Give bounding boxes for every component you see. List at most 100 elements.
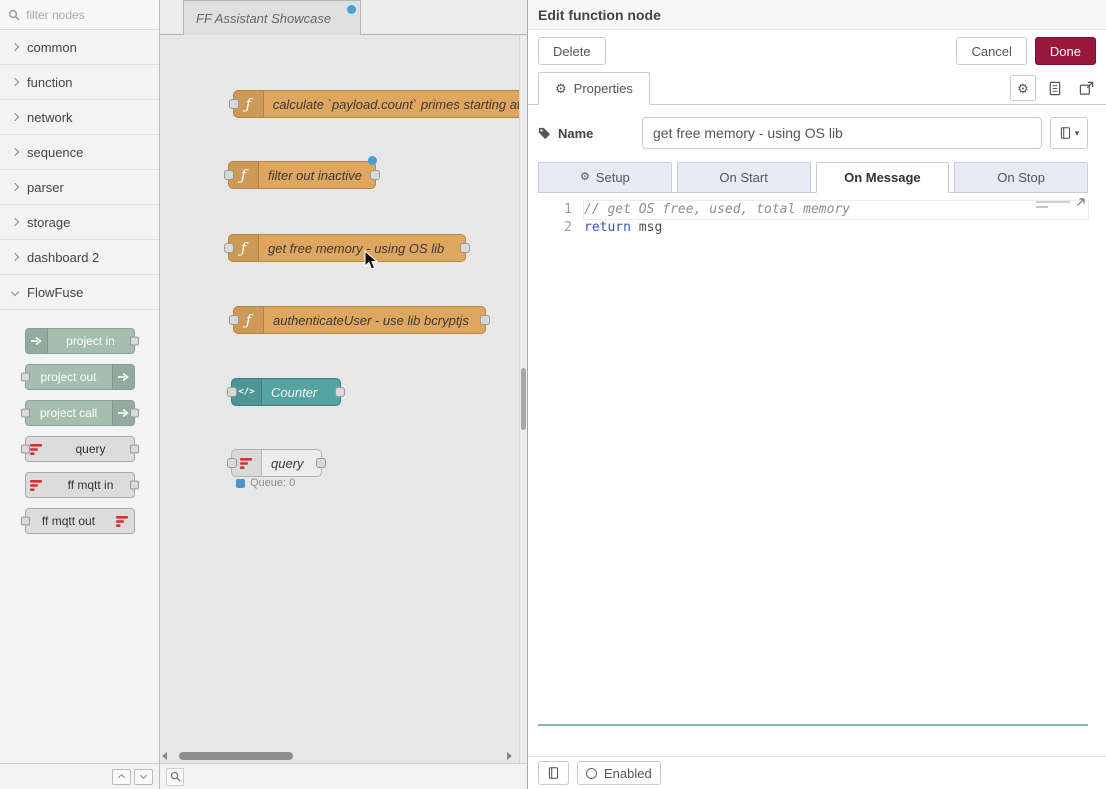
expand-all-button[interactable] [134,769,153,785]
node-input-port[interactable] [229,99,239,109]
cancel-button[interactable]: Cancel [956,37,1026,65]
palette-category-flowfuse[interactable]: FlowFuse [0,275,159,310]
scroll-right-arrow[interactable] [507,752,512,760]
chevron-right-icon [11,183,19,191]
library-button[interactable]: ▾ [1050,117,1088,149]
scrollbar-track[interactable] [171,752,507,760]
palette-category-common[interactable]: common [0,30,159,65]
node-label: authenticateUser - use lib bcryptjs [264,307,478,333]
node-input-port[interactable] [21,409,30,418]
delete-button[interactable]: Delete [538,37,606,65]
node-output-port[interactable] [130,481,139,490]
scrollbar-thumb[interactable] [521,368,526,430]
node-output-port[interactable] [480,315,490,325]
category-label: parser [27,180,64,195]
code-editor[interactable]: 1 2 // get OS free, used, total memory r… [538,193,1088,726]
chevron-up-icon [118,774,125,781]
node-output-port[interactable] [335,387,345,397]
node-output-port[interactable] [130,409,139,418]
node-red-editor: common function network sequence parser … [0,0,1106,789]
node-output-port[interactable] [370,170,380,180]
category-label: sequence [27,145,83,160]
zoom-search-button[interactable] [166,768,184,786]
palette-category-sequence[interactable]: sequence [0,135,159,170]
palette-node-ff-mqtt-out[interactable]: ff mqtt out [25,508,135,534]
palette-node-query[interactable]: query [25,436,135,462]
project-out-icon [112,365,134,389]
palette-category-parser[interactable]: parser [0,170,159,205]
palette-category-storage[interactable]: storage [0,205,159,240]
flow-node-function-get-free-memory[interactable]: ƒ get free memory - using OS lib [228,234,466,262]
category-label: function [27,75,73,90]
chevron-right-icon [11,218,19,226]
tab-label: Properties [574,81,633,96]
code-content[interactable]: // get OS free, used, total memory retur… [584,193,1088,724]
enabled-toggle-button[interactable]: Enabled [577,761,661,785]
node-input-port[interactable] [227,387,237,397]
workspace-tab-label: FF Assistant Showcase [196,11,331,26]
node-input-port[interactable] [21,373,30,382]
node-changed-indicator [368,156,377,165]
expand-editor-button[interactable] [1074,197,1086,215]
workspace-tab[interactable]: FF Assistant Showcase [183,0,361,35]
palette-node-project-out[interactable]: project out [25,364,135,390]
description-button[interactable] [1043,76,1067,100]
canvas-horizontal-scrollbar[interactable] [162,751,522,761]
flow-node-function-filter-inactive[interactable]: ƒ filter out inactive [228,161,376,189]
palette-node-label: project out [26,365,112,389]
dialog-tab-actions: ⚙ [1010,75,1098,101]
palette-search [0,0,159,30]
palette-node-ff-mqtt-in[interactable]: ff mqtt in [25,472,135,498]
node-output-port[interactable] [316,458,326,468]
flow-node-template-counter[interactable]: </> Counter [231,378,341,406]
flow-canvas[interactable]: FF Assistant Showcase ƒ calculate `paylo… [160,0,527,789]
dialog-footer: Enabled [528,756,1106,789]
done-button[interactable]: Done [1035,37,1096,65]
tab-changed-indicator [347,5,356,14]
project-in-icon [26,329,48,353]
node-settings-button[interactable]: ⚙ [1010,75,1036,101]
node-input-port[interactable] [224,170,234,180]
chevron-right-icon [11,148,19,156]
node-info-button[interactable] [538,761,569,785]
palette-category-function[interactable]: function [0,65,159,100]
palette-category-dashboard2[interactable]: dashboard 2 [0,240,159,275]
flow-node-query[interactable]: query [231,449,322,477]
tab-label: Setup [596,170,630,185]
node-input-port[interactable] [21,517,30,526]
tab-on-start[interactable]: On Start [677,162,811,192]
palette-search-input[interactable] [26,8,136,22]
tab-on-message[interactable]: On Message [816,162,950,193]
enabled-label: Enabled [604,766,652,781]
node-input-port[interactable] [21,445,30,454]
palette-node-project-call[interactable]: project call [25,400,135,426]
node-output-port[interactable] [130,337,139,346]
node-input-port[interactable] [227,458,237,468]
tab-label: On Message [844,170,921,185]
palette-node-project-in[interactable]: project in [25,328,135,354]
node-input-port[interactable] [229,315,239,325]
name-field-row: Name ▾ [538,117,1088,149]
node-status: Queue: 0 [236,477,295,489]
expand-dialog-button[interactable] [1074,76,1098,100]
node-output-port[interactable] [130,445,139,454]
tab-label: On Stop [997,170,1045,185]
tab-setup[interactable]: ⚙ Setup [538,162,672,192]
collapse-all-button[interactable] [112,769,131,785]
scrollbar-thumb[interactable] [179,752,293,760]
tab-on-stop[interactable]: On Stop [954,162,1088,192]
flow-node-function-calc-primes[interactable]: ƒ calculate `payload.count` primes start… [233,90,527,118]
canvas-vertical-scrollbar[interactable] [519,35,527,763]
scroll-left-arrow[interactable] [162,752,167,760]
dialog-title: Edit function node [528,0,1106,30]
palette-node-label: project call [26,401,112,425]
name-label-text: Name [558,126,593,141]
tab-properties[interactable]: ⚙ Properties [538,72,650,105]
expand-icon [1079,81,1094,96]
palette-category-network[interactable]: network [0,100,159,135]
node-input-port[interactable] [224,243,234,253]
name-input[interactable] [642,117,1042,149]
flow-node-function-authenticate-user[interactable]: ƒ authenticateUser - use lib bcryptjs [233,306,486,334]
workspace-tabbar: FF Assistant Showcase [160,0,527,35]
node-output-port[interactable] [460,243,470,253]
